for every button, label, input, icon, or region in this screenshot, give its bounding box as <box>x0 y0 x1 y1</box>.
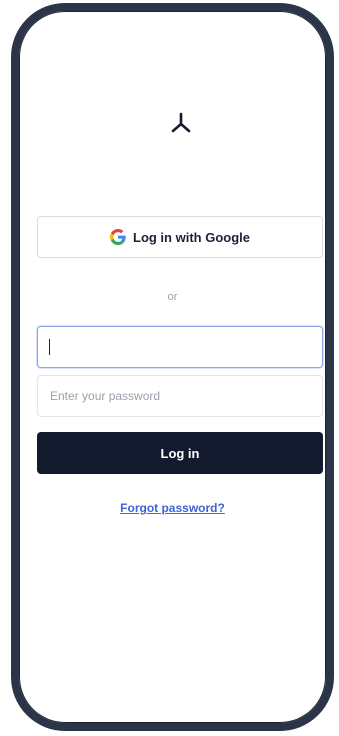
or-divider-text: or <box>167 291 178 303</box>
google-login-label: Log in with Google <box>133 229 250 245</box>
text-cursor <box>49 339 50 355</box>
phone-frame: Log in with Google or Log in Forgot pass… <box>11 3 334 731</box>
login-button[interactable]: Log in <box>37 432 323 474</box>
google-g-icon <box>110 229 126 245</box>
google-login-button[interactable]: Log in with Google <box>37 216 323 258</box>
forgot-password-link[interactable]: Forgot password? <box>19 501 326 515</box>
password-input[interactable] <box>37 375 323 417</box>
email-input[interactable] <box>37 326 323 368</box>
tripod-logo-icon <box>171 112 191 133</box>
login-screen: Log in with Google or Log in Forgot pass… <box>19 11 326 723</box>
